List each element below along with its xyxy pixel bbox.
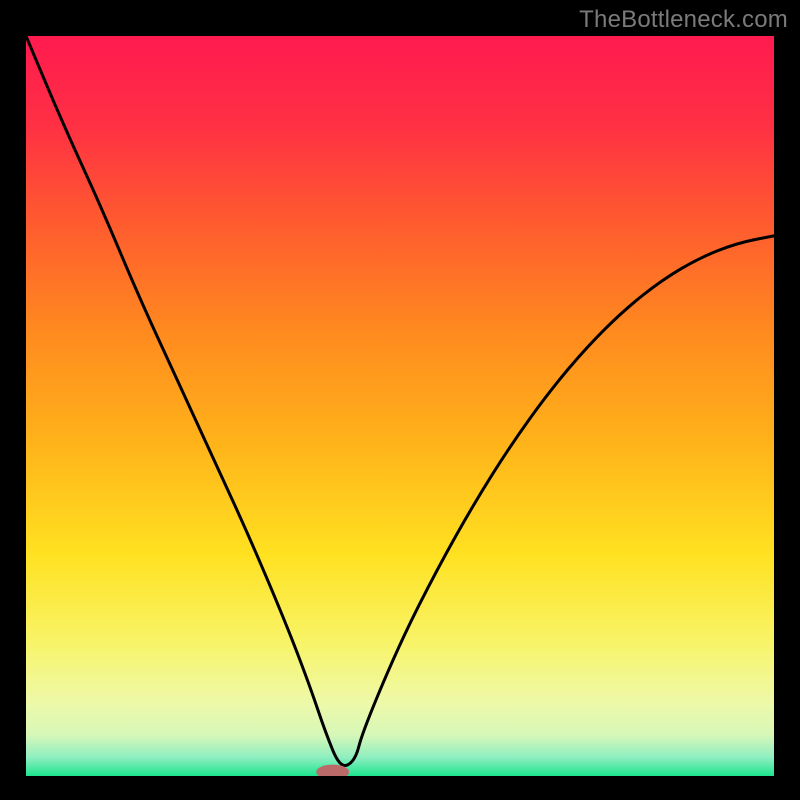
chart-frame: TheBottleneck.com xyxy=(0,0,800,800)
gradient-background xyxy=(26,36,774,776)
plot-area xyxy=(26,36,774,776)
attribution-text: TheBottleneck.com xyxy=(579,6,788,34)
bottleneck-chart xyxy=(26,36,774,776)
